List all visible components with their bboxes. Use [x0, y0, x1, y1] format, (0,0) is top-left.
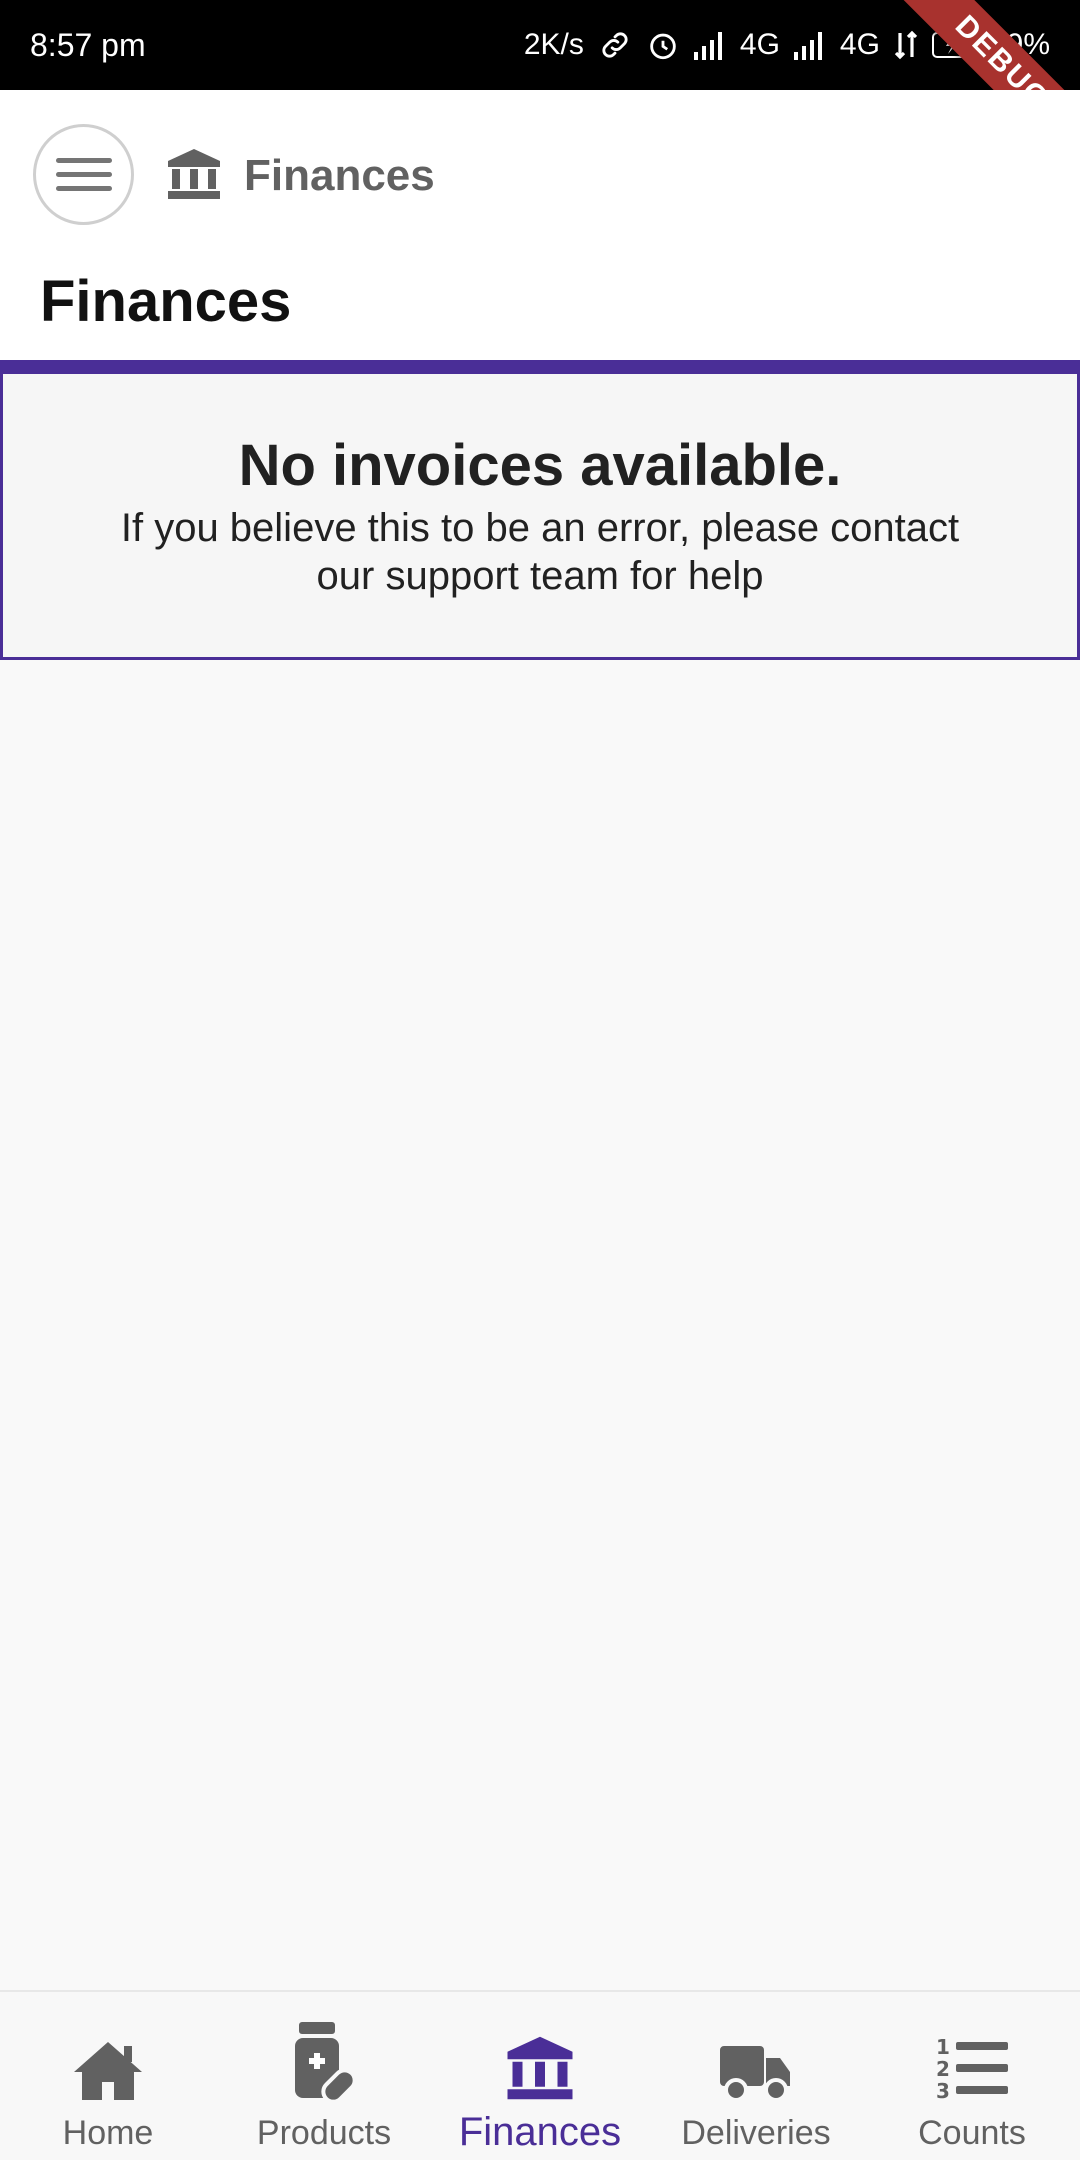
empty-state-title: No invoices available.	[238, 433, 842, 498]
nav-item-counts[interactable]: 123 Counts	[864, 1992, 1080, 2160]
svg-text:3: 3	[936, 2079, 950, 2102]
page-title: Finances	[40, 269, 292, 334]
empty-state-message: If you believe this to be an error, plea…	[120, 506, 960, 598]
menu-button[interactable]	[33, 124, 134, 225]
nav-item-products[interactable]: Products	[216, 1992, 432, 2160]
hamburger-icon	[55, 158, 112, 191]
nav-item-finances[interactable]: Finances	[432, 1992, 648, 2160]
network-type-1: 4G	[739, 28, 780, 61]
bank-icon	[166, 147, 222, 206]
numbered-list-icon: 123	[936, 2022, 1008, 2102]
home-icon	[72, 2022, 144, 2102]
signal-icon	[693, 30, 726, 60]
header-brand: Finances	[166, 146, 435, 206]
svg-text:1: 1	[936, 2036, 950, 2059]
nav-label-home: Home	[62, 2114, 154, 2152]
network-type-2: 4G	[839, 28, 880, 61]
nav-label-counts: Counts	[918, 2114, 1026, 2152]
link-icon	[598, 28, 632, 62]
status-time: 8:57 pm	[30, 26, 146, 63]
nav-item-deliveries[interactable]: Deliveries	[648, 1992, 864, 2160]
empty-state-card: No invoices available. If you believe th…	[0, 360, 1080, 660]
medicine-bottle-icon	[293, 2022, 355, 2102]
nav-label-products: Products	[256, 2114, 392, 2152]
data-transfer-icon	[894, 29, 918, 61]
header-brand-label: Finances	[244, 151, 435, 200]
bottom-navigation: Home Products Finances Deliveries 123 Co…	[0, 1990, 1080, 2160]
nav-item-home[interactable]: Home	[0, 1992, 216, 2160]
truck-icon	[720, 2022, 792, 2102]
bank-icon	[505, 2022, 575, 2102]
nav-label-finances: Finances	[458, 2110, 622, 2154]
app-header: Finances Finances	[0, 90, 1080, 360]
net-speed: 2K/s	[523, 28, 584, 61]
svg-text:2: 2	[936, 2057, 950, 2081]
signal-icon	[793, 30, 826, 60]
alarm-icon	[646, 28, 680, 62]
status-bar: 8:57 pm 2K/s 4G 4G 29% DEBUG	[0, 0, 1080, 90]
nav-label-deliveries: Deliveries	[681, 2114, 831, 2152]
